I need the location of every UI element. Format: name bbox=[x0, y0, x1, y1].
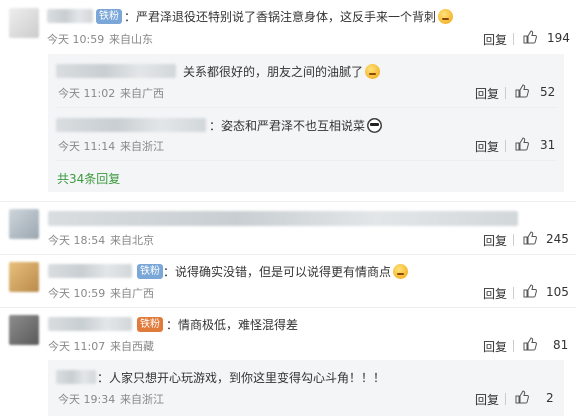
comment-text: ：情商极低，难怪混得差 bbox=[166, 318, 299, 332]
username[interactable] bbox=[48, 264, 132, 278]
fan-badge: 铁粉 bbox=[137, 317, 163, 332]
username[interactable] bbox=[48, 317, 132, 331]
divider bbox=[513, 234, 514, 246]
reply-text: ：姿态和严君泽不也互相说菜 bbox=[209, 117, 383, 134]
reply-button[interactable]: 回复 bbox=[483, 338, 507, 355]
comment-text: ：严君泽退役还特别说了香锅注意身体，这反手来一个背刺 bbox=[124, 8, 454, 25]
username[interactable] bbox=[47, 9, 93, 23]
reply-text: 关系都很好的，朋友之间的油腻了 bbox=[183, 63, 381, 80]
reply-time: 今天 11:14 bbox=[58, 140, 116, 153]
avatar[interactable] bbox=[9, 209, 39, 239]
more-replies-link[interactable]: 共34条回复 bbox=[57, 170, 120, 187]
divider bbox=[0, 201, 576, 202]
reply-button[interactable]: 回复 bbox=[483, 285, 507, 302]
reply-location: 来自浙江 bbox=[120, 393, 164, 406]
reply-location: 来自广西 bbox=[120, 87, 164, 100]
comment-location: 来自山东 bbox=[109, 33, 153, 46]
comment-location: 来自北京 bbox=[110, 234, 154, 247]
blurred-comment-text bbox=[48, 211, 518, 226]
divider bbox=[0, 307, 576, 308]
fan-badge: 铁粉 bbox=[96, 9, 122, 24]
divider bbox=[505, 140, 506, 152]
username[interactable] bbox=[56, 64, 176, 78]
reply-time: 今天 19:34 bbox=[58, 393, 116, 406]
reply-button[interactable]: 回复 bbox=[475, 85, 499, 102]
panda-emoji-icon bbox=[367, 118, 383, 133]
divider bbox=[513, 33, 514, 45]
like-count: 2 bbox=[546, 391, 554, 405]
comment-text: ：说得确实没错，但是可以说得更有情商点 bbox=[163, 263, 409, 280]
avatar[interactable] bbox=[9, 8, 39, 38]
like-count: 81 bbox=[553, 338, 569, 352]
username[interactable] bbox=[56, 370, 96, 384]
comment-time: 今天 18:54 bbox=[48, 234, 106, 247]
like-count: 105 bbox=[546, 285, 569, 299]
like-icon[interactable] bbox=[523, 284, 537, 298]
like-icon[interactable] bbox=[515, 390, 529, 404]
like-icon[interactable] bbox=[523, 231, 537, 245]
username[interactable] bbox=[56, 118, 206, 132]
divider bbox=[505, 87, 506, 99]
like-icon[interactable] bbox=[515, 137, 529, 151]
like-icon[interactable] bbox=[523, 30, 537, 44]
divider bbox=[56, 107, 556, 108]
divider bbox=[513, 287, 514, 299]
like-count: 194 bbox=[547, 31, 570, 45]
comment-time: 今天 10:59 bbox=[48, 287, 106, 300]
reply-button[interactable]: 回复 bbox=[475, 391, 499, 408]
comment-time: 今天 10:59 bbox=[47, 33, 105, 46]
reply-button[interactable]: 回复 bbox=[483, 232, 507, 249]
reply-button[interactable]: 回复 bbox=[475, 138, 499, 155]
divider bbox=[56, 160, 556, 161]
like-icon[interactable] bbox=[515, 84, 529, 98]
shy-emoji-icon bbox=[438, 9, 454, 24]
avatar[interactable] bbox=[9, 262, 39, 292]
laugh-emoji-icon bbox=[393, 264, 409, 279]
divider bbox=[513, 340, 514, 352]
reply-location: 来自浙江 bbox=[120, 140, 164, 153]
comment-time: 今天 11:07 bbox=[48, 340, 106, 353]
divider bbox=[0, 254, 576, 255]
like-icon[interactable] bbox=[523, 337, 537, 351]
avatar[interactable] bbox=[9, 315, 39, 345]
laugh-emoji-icon bbox=[365, 64, 381, 79]
like-count: 52 bbox=[540, 85, 556, 99]
like-count: 31 bbox=[540, 138, 556, 152]
reply-button[interactable]: 回复 bbox=[483, 31, 507, 48]
comment-location: 来自广西 bbox=[110, 287, 154, 300]
fan-badge: 铁粉 bbox=[137, 264, 163, 279]
like-count: 245 bbox=[546, 232, 569, 246]
reply-time: 今天 11:02 bbox=[58, 87, 116, 100]
reply-text: ：人家只想开心玩游戏，到你这里变得勾心斗角！！！ bbox=[97, 371, 386, 385]
divider bbox=[505, 393, 506, 405]
comment-location: 来自西藏 bbox=[110, 340, 154, 353]
